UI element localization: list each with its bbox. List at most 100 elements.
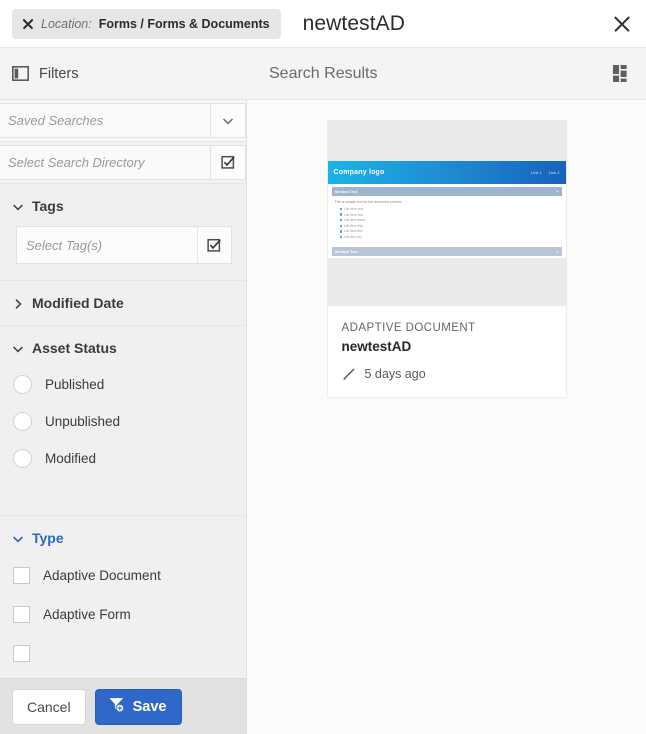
checkbox-option-adaptive-document[interactable]: Adaptive Document xyxy=(0,556,246,595)
result-card-meta: ADAPTIVE DOCUMENT newtestAD 5 days ago xyxy=(328,306,566,397)
filter-group-tags: Tags Select Tag(s) xyxy=(0,184,246,281)
thumbnail-section-bar: Section One ▾ xyxy=(332,187,562,196)
option-label: Adaptive Form xyxy=(43,607,131,622)
filter-group-header-modified-date[interactable]: Modified Date xyxy=(0,281,246,325)
body: Saved Searches Select Search Directory xyxy=(0,100,646,734)
filters-header[interactable]: Filters xyxy=(0,48,247,99)
cancel-button[interactable]: Cancel xyxy=(12,689,86,725)
search-directory-row[interactable]: Select Search Directory xyxy=(0,142,246,184)
save-button[interactable]: Save xyxy=(95,689,183,725)
saved-searches-row[interactable]: Saved Searches xyxy=(0,100,246,142)
search-panel: Location: Forms / Forms & Documents newt… xyxy=(0,0,646,734)
top-bar: Location: Forms / Forms & Documents newt… xyxy=(0,0,646,48)
tag-field-wrap: Select Tag(s) xyxy=(0,224,246,280)
filter-group-header-type[interactable]: Type xyxy=(0,516,246,556)
checkbox-icon[interactable] xyxy=(13,567,30,584)
asset-status-options: Published Unpublished Modified xyxy=(0,366,246,483)
thumbnail-link: Link 1 xyxy=(531,170,542,175)
thumbnail-bullet-list: List item one List item two List item th… xyxy=(340,207,566,239)
filter-group-header-tags[interactable]: Tags xyxy=(0,184,246,224)
chevron-down-icon xyxy=(12,342,24,354)
bullet-icon xyxy=(340,213,343,216)
checkbox-icon[interactable] xyxy=(13,606,30,623)
option-label: Unpublished xyxy=(45,414,120,429)
search-results-label: Search Results xyxy=(269,65,378,83)
search-directory-input[interactable]: Select Search Directory xyxy=(0,145,210,180)
list-item-label: List item four xyxy=(344,224,363,228)
thumbnail-logo-text: Company logo xyxy=(334,169,385,176)
location-chip-path: Forms / Forms & Documents xyxy=(99,17,270,31)
location-filter-chip[interactable]: Location: Forms / Forms & Documents xyxy=(12,9,281,39)
result-modified-label: 5 days ago xyxy=(365,367,426,381)
location-chip-label: Location: xyxy=(41,17,92,31)
close-icon[interactable] xyxy=(612,14,632,34)
chevron-down-icon xyxy=(12,532,24,544)
thumbnail-header: Company logo Link 1 Link 2 xyxy=(328,161,566,184)
list-item-label: List item two xyxy=(344,213,363,217)
result-name: newtestAD xyxy=(342,339,552,354)
grid-view-icon[interactable] xyxy=(613,64,632,83)
thumbnail-section-label: Section One xyxy=(335,189,358,194)
filter-group-title: Modified Date xyxy=(32,295,124,311)
panel-icon xyxy=(12,66,29,81)
result-card[interactable]: Company logo Link 1 Link 2 Section One ▾… xyxy=(327,120,567,398)
bullet-icon xyxy=(340,230,343,233)
list-item: List item five xyxy=(340,229,566,233)
radio-icon[interactable] xyxy=(13,375,32,394)
filter-group-title: Type xyxy=(32,530,64,546)
saved-searches-placeholder: Saved Searches xyxy=(8,113,103,128)
filters-sidebar: Saved Searches Select Search Directory xyxy=(0,100,247,734)
list-item: List item one xyxy=(340,207,566,211)
thumbnail-links: Link 1 Link 2 xyxy=(531,170,559,175)
save-button-label: Save xyxy=(133,699,167,715)
chevron-down-icon[interactable] xyxy=(210,103,246,138)
chevron-down-icon xyxy=(12,200,24,212)
close-icon[interactable] xyxy=(21,17,34,30)
filter-group-title: Tags xyxy=(32,198,64,214)
list-item: List item four xyxy=(340,224,566,228)
checkbox-option-adaptive-form[interactable]: Adaptive Form xyxy=(0,595,246,634)
list-item-label: List item three xyxy=(344,218,365,222)
filters-scroll[interactable]: Saved Searches Select Search Directory xyxy=(0,100,246,734)
tag-input[interactable]: Select Tag(s) xyxy=(17,227,197,263)
filter-group-header-asset-status[interactable]: Asset Status xyxy=(0,326,246,366)
filter-add-icon xyxy=(108,696,125,718)
list-item-label: List item five xyxy=(344,229,363,233)
filter-group-type: Type Adaptive Document Adaptive Form xyxy=(0,516,246,679)
thumbnail-link: Link 2 xyxy=(549,170,560,175)
checkbox-picker-icon[interactable] xyxy=(197,227,231,263)
thumbnail-section-bar: Section Two ▾ xyxy=(332,247,562,256)
sub-bar: Filters Search Results xyxy=(0,48,646,100)
radio-option-published[interactable]: Published xyxy=(0,366,246,403)
page-title: newtestAD xyxy=(303,12,405,36)
checkbox-icon[interactable] xyxy=(13,645,30,662)
option-label: Adaptive Document xyxy=(43,568,161,583)
list-item: List item six xyxy=(340,235,566,239)
filter-group-modified-date: Modified Date xyxy=(0,281,246,326)
thumbnail-paragraph: This is sample text for the document pre… xyxy=(335,200,566,204)
tag-placeholder: Select Tag(s) xyxy=(26,238,102,253)
thumbnail-document-preview: Company logo Link 1 Link 2 Section One ▾… xyxy=(328,161,566,258)
option-label: Modified xyxy=(45,451,96,466)
type-options: Adaptive Document Adaptive Form xyxy=(0,556,246,679)
checkbox-option-partial[interactable] xyxy=(0,634,246,673)
thumbnail-section-label: Section Two xyxy=(335,249,358,254)
spacer xyxy=(0,483,246,515)
search-directory-placeholder: Select Search Directory xyxy=(8,155,145,170)
option-label: Published xyxy=(45,377,104,392)
pencil-icon xyxy=(342,367,356,381)
checkbox-picker-icon[interactable] xyxy=(210,145,246,180)
bullet-icon xyxy=(340,208,343,211)
list-item-label: List item six xyxy=(344,235,362,239)
result-kind: ADAPTIVE DOCUMENT xyxy=(342,322,552,334)
saved-searches-input[interactable]: Saved Searches xyxy=(0,103,210,138)
filter-group-asset-status: Asset Status Published Unpublished xyxy=(0,326,246,516)
filters-footer: Cancel Save xyxy=(0,678,247,734)
tag-field[interactable]: Select Tag(s) xyxy=(16,226,232,264)
radio-icon[interactable] xyxy=(13,449,32,468)
radio-option-unpublished[interactable]: Unpublished xyxy=(0,403,246,440)
bullet-icon xyxy=(340,236,343,239)
radio-icon[interactable] xyxy=(13,412,32,431)
radio-option-modified[interactable]: Modified xyxy=(0,440,246,477)
thumbnail-bottom-sections: Section Two ▾ Section Three ▾ xyxy=(328,247,566,258)
